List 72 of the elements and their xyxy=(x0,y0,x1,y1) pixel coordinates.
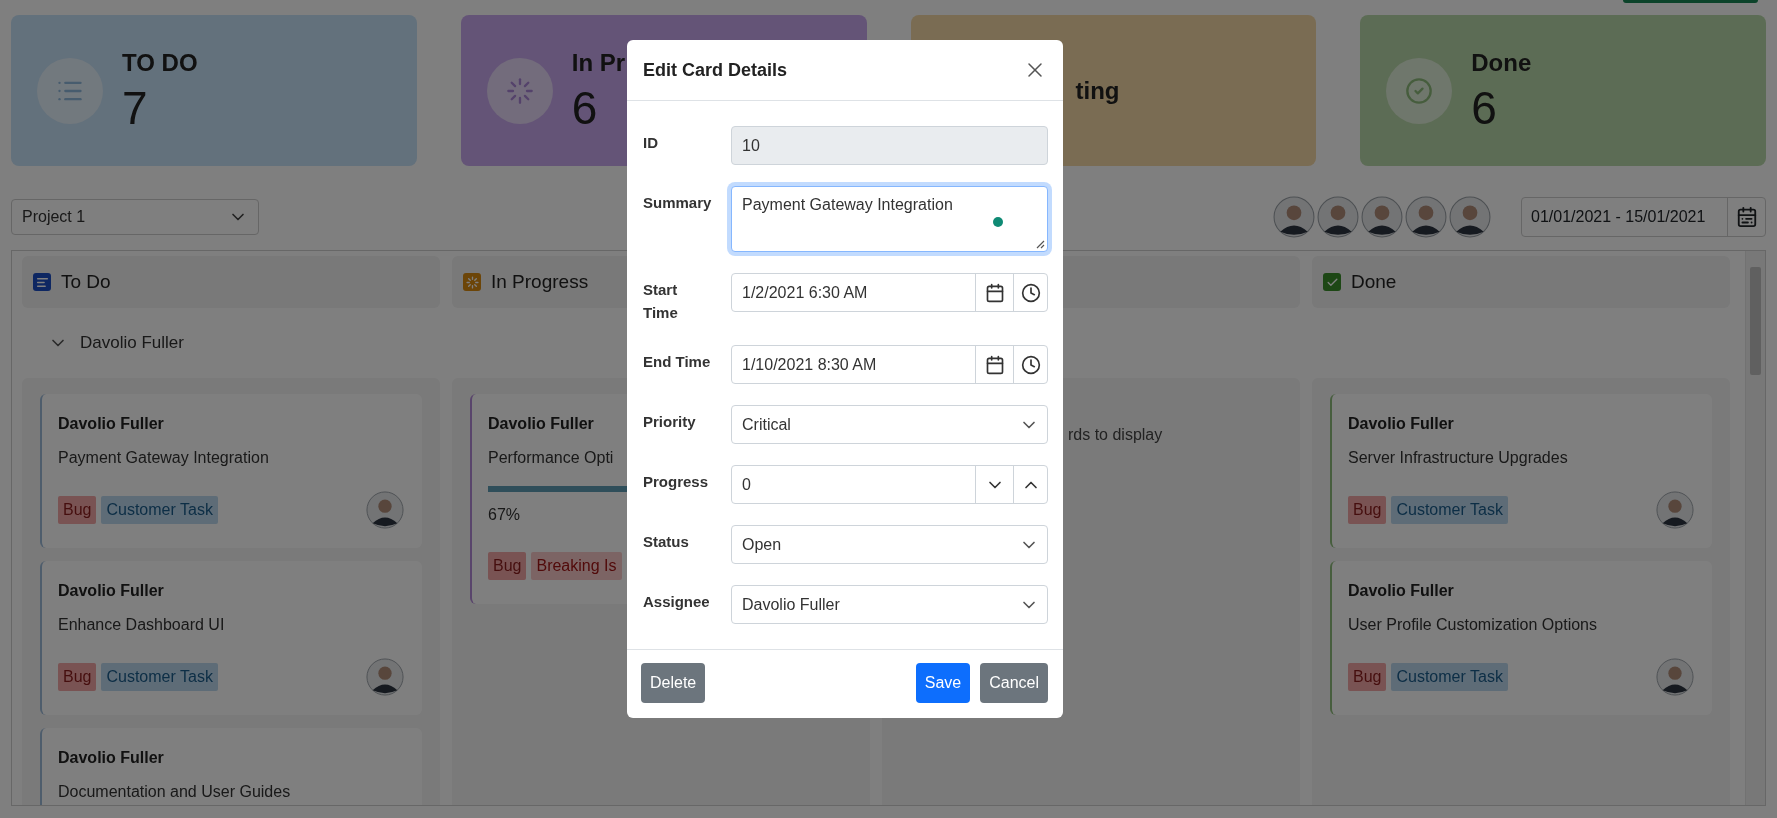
scrollbar[interactable] xyxy=(1745,251,1765,805)
card-title: In Pr xyxy=(571,48,626,77)
tag: Bug xyxy=(58,663,97,691)
task-card[interactable]: Davolio Fuller User Profile Customization Options Bug Customer Task xyxy=(1330,561,1712,715)
dialog-button[interactable]: Save xyxy=(915,663,971,703)
field-label: End Time xyxy=(643,352,712,372)
card-count: 6 xyxy=(1471,82,1498,133)
loader-icon xyxy=(463,273,481,291)
card-count: 6 xyxy=(571,82,599,133)
datetime-field[interactable]: 1/2/2021 6:30 AM xyxy=(731,273,1048,312)
tag: Bug xyxy=(58,496,97,524)
tag: Customer Task xyxy=(101,496,218,524)
progress-text: 67% xyxy=(488,506,521,524)
tag: Bug xyxy=(1348,496,1387,524)
card-summary: User Profile Customization Options xyxy=(1348,615,1597,635)
tag: Bug xyxy=(488,552,527,580)
tag: Bug xyxy=(1348,663,1387,691)
swimlane-title: Davolio Fuller xyxy=(80,333,184,353)
card-summary: Performance Opti xyxy=(488,448,614,468)
select-field[interactable]: Open xyxy=(731,525,1048,564)
field-label: Priority xyxy=(643,412,697,432)
card-summary: Documentation and User Guides xyxy=(58,782,291,802)
column-title: Done xyxy=(1351,271,1397,293)
dialog-title: Edit Card Details xyxy=(643,59,788,81)
dialog-button[interactable]: Delete xyxy=(641,663,706,703)
card-assignee: Davolio Fuller xyxy=(1348,581,1454,601)
tag: Customer Task xyxy=(1391,496,1508,524)
dot-icon xyxy=(993,217,1003,227)
tag: Customer Task xyxy=(101,663,218,691)
summary-field[interactable]: Payment Gateway Integration xyxy=(731,186,1048,252)
datetime-field[interactable]: 1/10/2021 8:30 AM xyxy=(731,345,1048,384)
column-title: To Do xyxy=(61,271,111,293)
card-summary: Enhance Dashboard UI xyxy=(58,615,225,635)
empty-message: rds to display xyxy=(1068,426,1163,443)
card-assignee: Davolio Fuller xyxy=(488,414,594,434)
select-field[interactable]: Critical xyxy=(731,405,1048,444)
field-label: Assignee xyxy=(643,592,711,612)
check-icon xyxy=(1323,273,1341,291)
card-summary: Server Infrastructure Upgrades xyxy=(1348,448,1568,468)
field-label: Progress xyxy=(643,472,710,492)
task-card[interactable]: Davolio Fuller Server Infrastructure Upgrades Bug Customer Task xyxy=(1330,394,1712,548)
list-icon xyxy=(33,273,51,291)
field-label: Status xyxy=(643,532,690,552)
card-assignee: Davolio Fuller xyxy=(58,414,164,434)
select-field[interactable]: Davolio Fuller xyxy=(731,585,1048,624)
card-title: TO DO xyxy=(122,48,198,77)
resize-grip-icon xyxy=(1036,240,1045,249)
column-title: In Progress xyxy=(491,271,589,293)
avatar xyxy=(1449,196,1491,238)
avatar xyxy=(1405,196,1447,238)
tag: Customer Task xyxy=(1391,663,1508,691)
card-assignee: Davolio Fuller xyxy=(58,581,164,601)
date-range-field[interactable]: 01/01/2021 - 15/01/2021 xyxy=(1521,197,1766,237)
dialog-button[interactable]: Cancel xyxy=(980,663,1048,703)
field-value: Payment Gateway Integration xyxy=(742,196,953,213)
card-title: ting xyxy=(1075,76,1120,105)
field-label: ID xyxy=(643,133,659,153)
project-select[interactable]: Project 1 xyxy=(11,199,259,235)
card-title: Done xyxy=(1471,48,1532,77)
card-summary: Payment Gateway Integration xyxy=(58,448,269,468)
field-label: Start Time xyxy=(643,280,679,323)
card-assignee: Davolio Fuller xyxy=(58,748,164,768)
avatar xyxy=(1317,196,1359,238)
task-card[interactable]: Davolio Fuller Payment Gateway Integration Bug Customer Task xyxy=(40,394,422,548)
avatar xyxy=(1361,196,1403,238)
tag: Breaking Is xyxy=(531,552,622,580)
card-count: 7 xyxy=(122,82,149,133)
avatar xyxy=(1273,196,1315,238)
field-label: Summary xyxy=(643,193,713,213)
task-card[interactable]: Davolio Fuller Documentation and User Guides xyxy=(40,728,422,805)
card-assignee: Davolio Fuller xyxy=(1348,414,1454,434)
task-card[interactable]: Davolio Fuller Enhance Dashboard UI Bug Customer Task xyxy=(40,561,422,715)
